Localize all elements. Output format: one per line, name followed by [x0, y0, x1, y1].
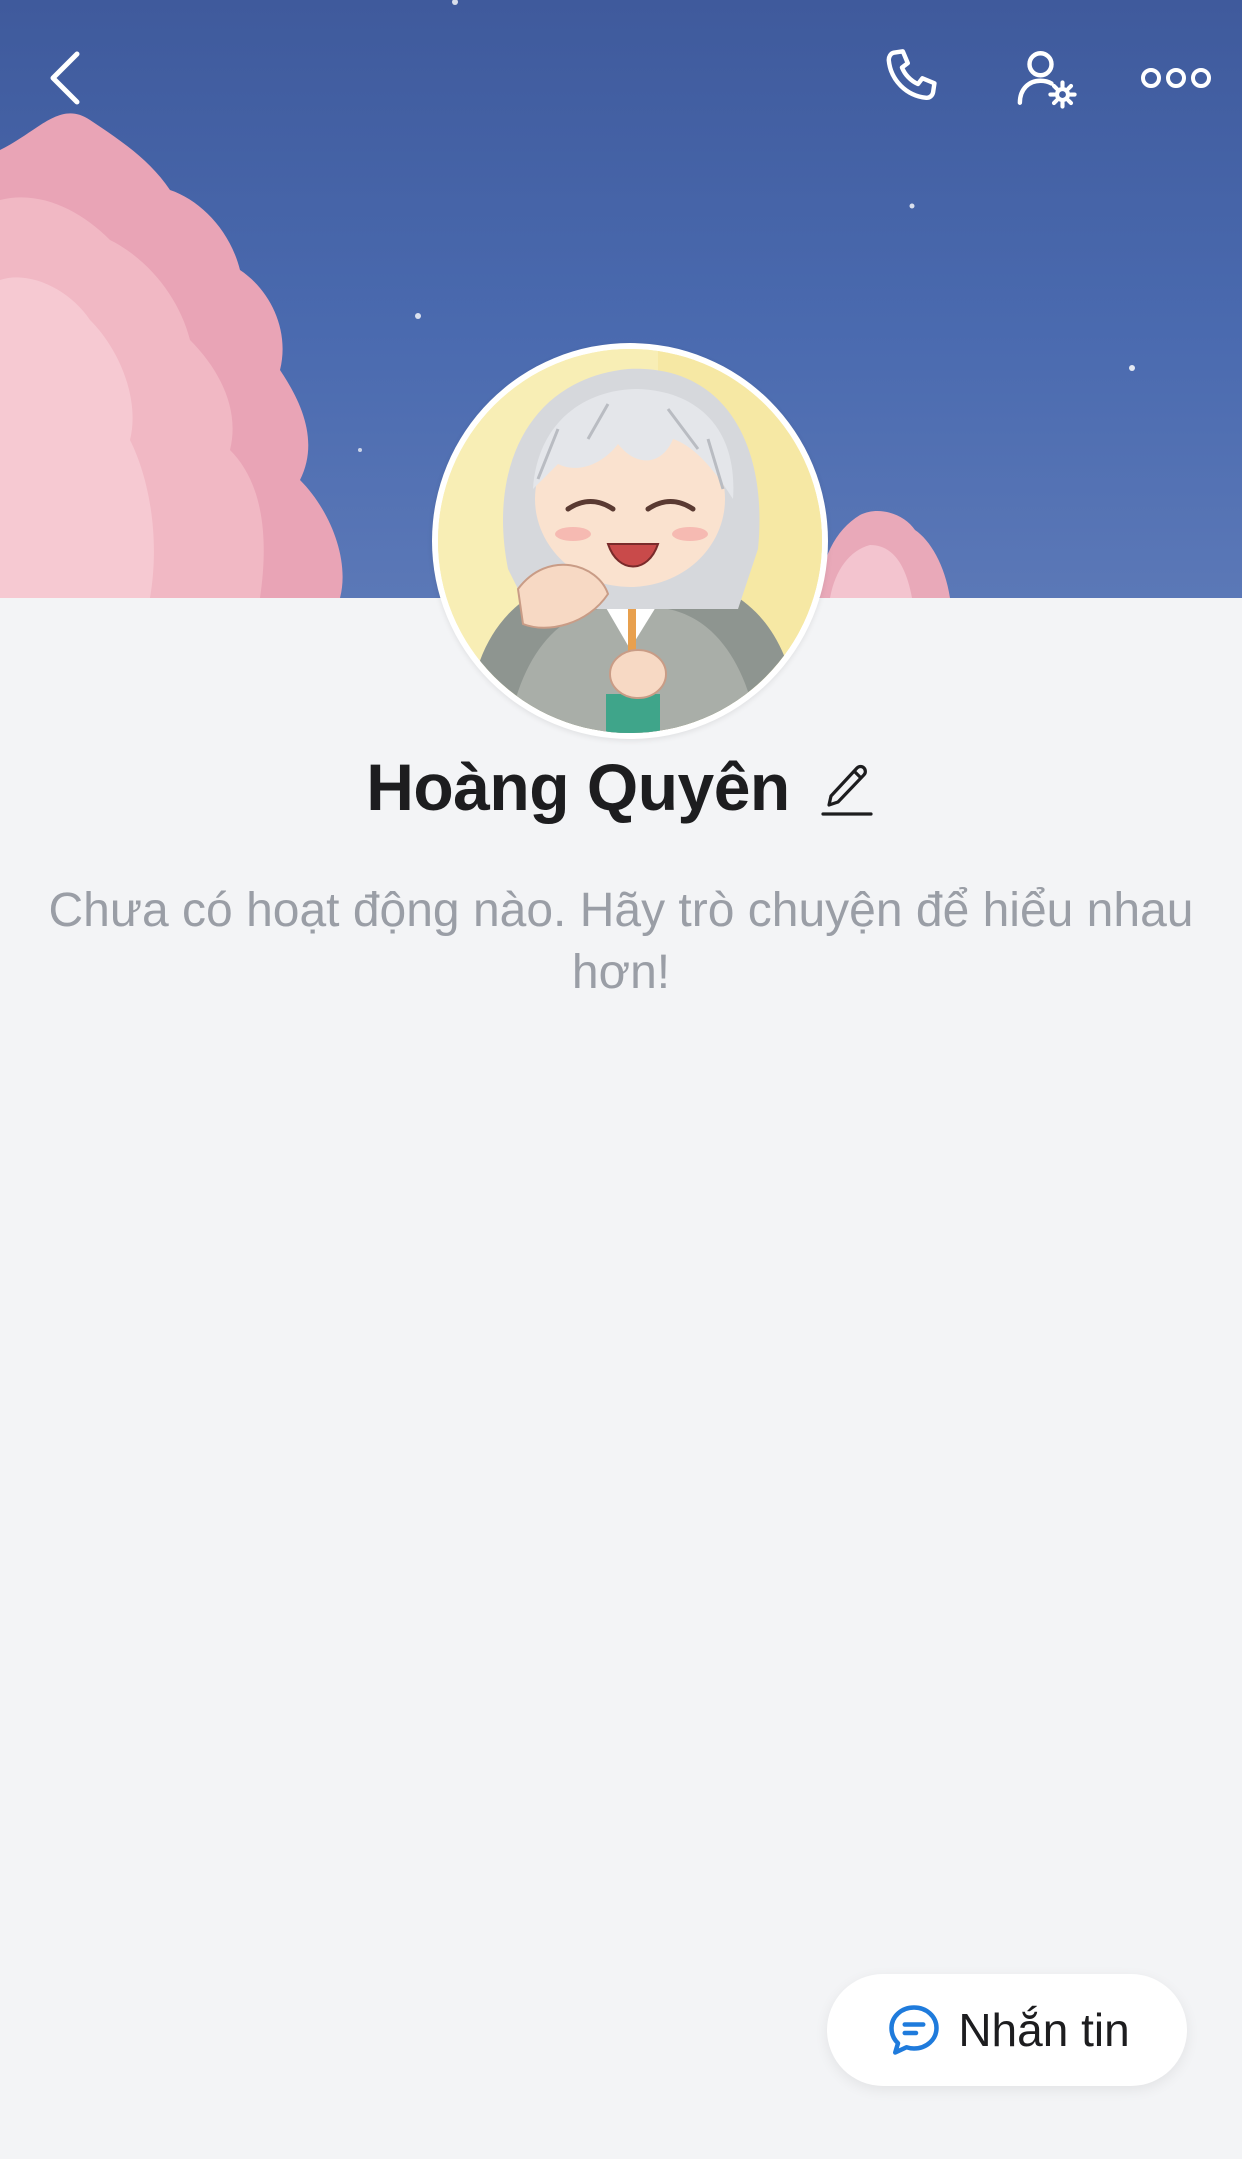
call-button[interactable]: [873, 38, 953, 118]
top-bar: [0, 0, 1242, 160]
phone-icon: [886, 49, 937, 101]
avatar-image: [438, 349, 822, 733]
anime-girl-illustration: [438, 349, 822, 733]
user-settings-button[interactable]: [1006, 38, 1086, 118]
empty-activity-message: Chưa có hoạt động nào. Hãy trò chuyện để…: [48, 884, 1194, 999]
send-message-label: Nhắn tin: [958, 2004, 1130, 2056]
profile-name-row: Hoàng Quyên: [0, 742, 1242, 832]
chat-bubble-icon: [889, 2005, 940, 2055]
user-settings-icon: [1017, 51, 1077, 109]
more-button[interactable]: [1136, 38, 1216, 118]
profile-page: Hoàng Quyên Chưa có hoạt động nào. Hãy t…: [0, 0, 1242, 2159]
back-button[interactable]: [26, 38, 106, 118]
chevron-left-icon: [50, 51, 80, 105]
avatar[interactable]: [432, 343, 828, 739]
more-dots-icon: [1141, 68, 1211, 88]
pencil-icon: [821, 764, 873, 816]
profile-name: Hoàng Quyên: [366, 750, 790, 824]
send-message-button[interactable]: Nhắn tin: [827, 1974, 1187, 2086]
edit-name-button[interactable]: [818, 754, 876, 820]
